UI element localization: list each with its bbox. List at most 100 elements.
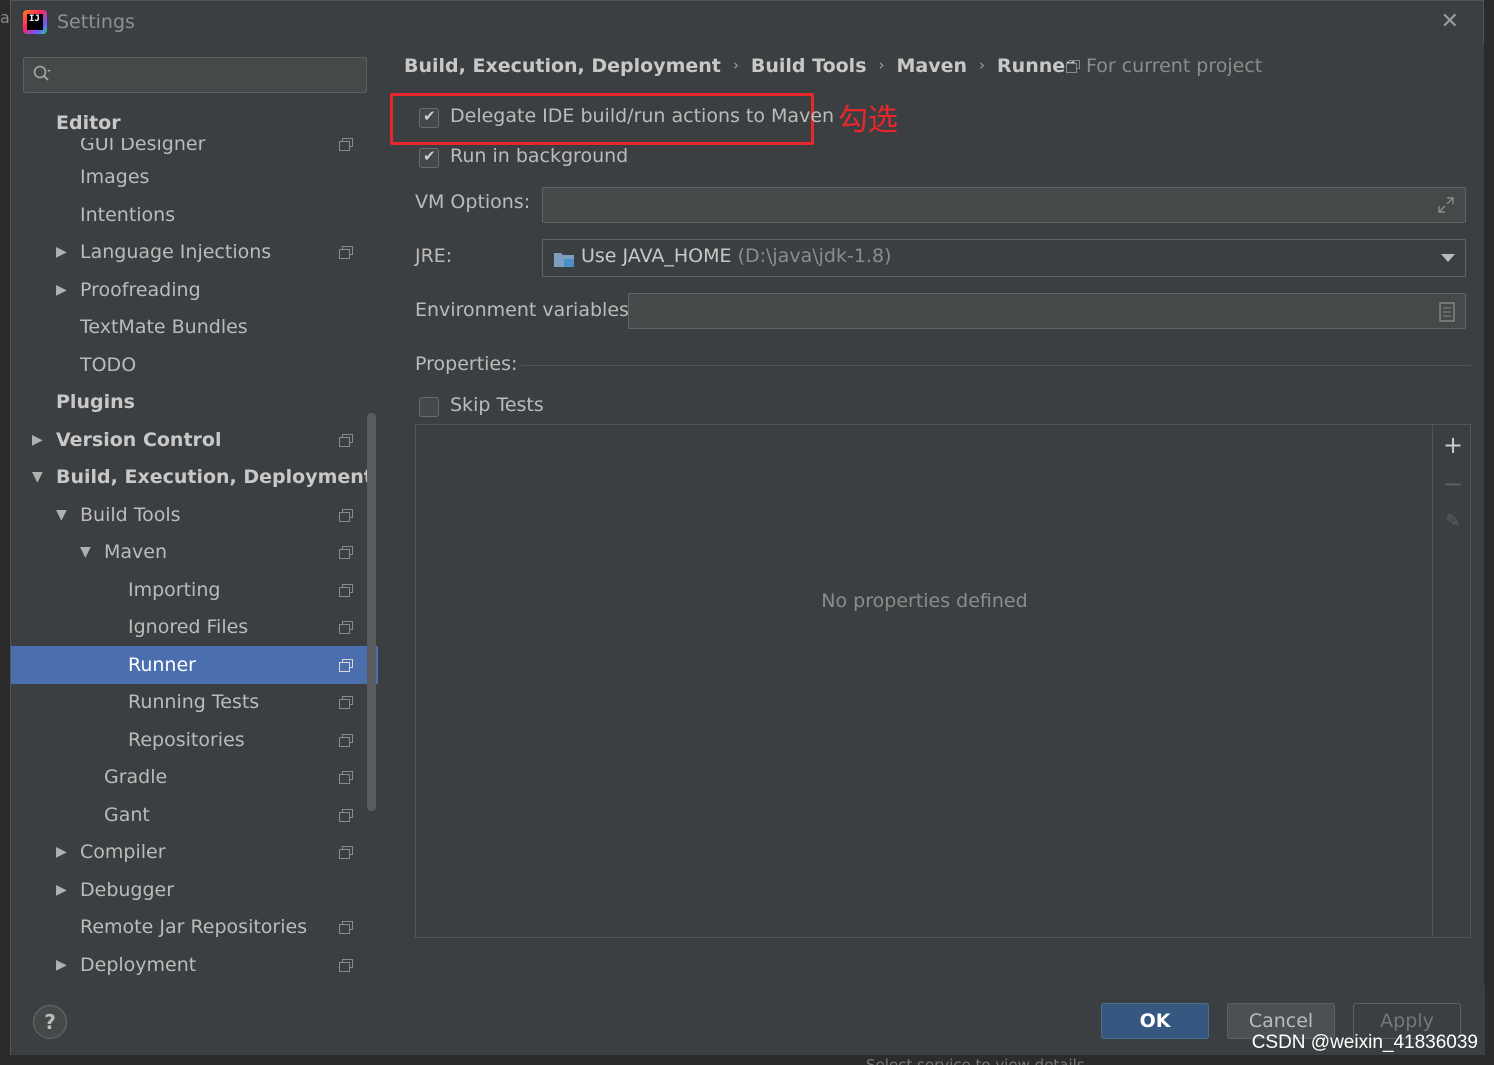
expand-arrow-icon[interactable]: ▶ (56, 946, 67, 984)
settings-search-box[interactable] (23, 57, 367, 93)
tree-item-images[interactable]: Images (11, 158, 378, 196)
tree-item-label: TODO (80, 354, 137, 376)
browse-list-icon[interactable] (1439, 302, 1455, 322)
project-scope-icon (1066, 60, 1080, 73)
tree-item-remote-jar-repositories[interactable]: Remote Jar Repositories (11, 908, 378, 946)
tree-item-repositories[interactable]: Repositories (11, 721, 378, 759)
collapse-arrow-icon[interactable]: ▼ (56, 496, 67, 534)
tree-item-label: Build Tools (80, 504, 181, 526)
window-title: Settings (57, 11, 135, 33)
checkbox-label: Skip Tests (450, 394, 544, 416)
empty-properties-text: No properties defined (821, 590, 1028, 612)
project-scope-icon (339, 434, 353, 447)
environment-variables-field[interactable] (628, 293, 1466, 329)
search-input[interactable] (64, 62, 360, 88)
title-bar: IJ Settings ✕ (11, 1, 1483, 43)
project-scope-icon (339, 546, 353, 559)
checkbox-checked-icon[interactable] (419, 147, 439, 168)
tree-item-gradle[interactable]: Gradle (11, 758, 378, 796)
project-scope-icon (339, 509, 353, 522)
environment-variables-input[interactable] (635, 298, 1425, 324)
tree-item-proofreading[interactable]: ▶ Proofreading (11, 271, 378, 309)
watermark: CSDN @weixin_41836039 (1251, 1032, 1478, 1053)
breadcrumb-item[interactable]: Build, Execution, Deployment (404, 55, 721, 77)
tree-item-build-tools[interactable]: ▼ Build Tools (11, 496, 378, 534)
tree-item-label: Gradle (104, 766, 168, 788)
tree-item-label: Running Tests (128, 691, 260, 713)
breadcrumb-separator: › (878, 56, 885, 74)
tree-item-label: Ignored Files (128, 616, 249, 638)
tree-item-build-execution-deployment[interactable]: ▼ Build, Execution, Deployment (11, 458, 378, 496)
tree-item-plugins[interactable]: Plugins (11, 383, 378, 421)
jre-value: Use JAVA_HOME (581, 245, 732, 267)
tree-item-importing[interactable]: Importing (11, 571, 378, 609)
chevron-down-icon[interactable] (1441, 254, 1455, 262)
app-icon-text: IJ (27, 14, 43, 30)
project-scope-icon (339, 959, 353, 972)
expand-arrow-icon[interactable]: ▶ (56, 271, 67, 309)
jre-selected-value: Use JAVA_HOME (D:\java\jdk-1.8) (581, 245, 891, 267)
properties-table: No properties defined + − ✎ (415, 424, 1471, 938)
tree-item-label: Runner (128, 654, 196, 676)
ok-button[interactable]: OK (1101, 1003, 1209, 1039)
tree-item-label: Editor (56, 112, 121, 134)
collapse-arrow-icon[interactable]: ▼ (80, 533, 91, 571)
project-scope-icon (339, 659, 353, 672)
tree-item-debugger[interactable]: ▶ Debugger (11, 871, 378, 909)
tree-item-todo[interactable]: TODO (11, 346, 378, 384)
scope-label: For current project (1086, 55, 1263, 77)
breadcrumb-item[interactable]: Maven (897, 55, 968, 77)
settings-sidebar: GUI Designer Editor Images Intentions ▶ … (11, 43, 378, 985)
vm-options-field[interactable] (542, 187, 1466, 223)
tree-item-label: Build, Execution, Deployment (56, 466, 373, 488)
jre-select[interactable]: Use JAVA_HOME (D:\java\jdk-1.8) (542, 239, 1466, 277)
sidebar-scrollbar[interactable] (367, 413, 376, 811)
tree-item-label: Intentions (80, 204, 176, 226)
tree-item-label: Deployment (80, 954, 197, 976)
background-status-text: Select service to view details (866, 1056, 1085, 1065)
tree-item-label: Language Injections (80, 241, 272, 263)
tree-item-label: Version Control (56, 429, 222, 451)
tree-item-label: Repositories (128, 729, 245, 751)
close-icon[interactable]: ✕ (1441, 9, 1459, 34)
project-scope-icon (339, 809, 353, 822)
help-button[interactable]: ? (33, 1005, 67, 1039)
runner-settings-panel: Build, Execution, Deployment › Build Tools… (378, 43, 1484, 985)
tree-item-runner[interactable]: Runner (11, 646, 378, 684)
tree-item-deployment[interactable]: ▶ Deployment (11, 946, 378, 984)
expand-arrow-icon[interactable]: ▶ (56, 233, 67, 271)
tree-item-ignored-files[interactable]: Ignored Files (11, 608, 378, 646)
expand-arrow-icon[interactable]: ▶ (56, 833, 67, 871)
tree-item-version-control[interactable]: ▶ Version Control (11, 421, 378, 459)
remove-icon[interactable]: − (1442, 472, 1464, 496)
collapse-arrow-icon[interactable]: ▼ (32, 458, 43, 496)
tree-item-textmate-bundles[interactable]: TextMate Bundles (11, 308, 378, 346)
expand-arrow-icon[interactable]: ▶ (32, 421, 43, 459)
expand-arrow-icon[interactable]: ▶ (56, 871, 67, 909)
properties-table-area[interactable]: No properties defined (416, 425, 1433, 937)
vm-options-input[interactable] (549, 192, 1425, 218)
tree-item-label: Images (80, 166, 150, 188)
expand-icon[interactable] (1437, 196, 1455, 214)
tree-item-running-tests[interactable]: Running Tests (11, 683, 378, 721)
tree-item-editor[interactable]: Editor (11, 104, 378, 138)
checkbox-checked-icon[interactable] (419, 107, 439, 128)
tree-item-label: Proofreading (80, 279, 201, 301)
jre-path: (D:\java\jdk-1.8) (737, 245, 892, 267)
edit-pencil-icon[interactable]: ✎ (1442, 511, 1464, 533)
tree-item-maven[interactable]: ▼ Maven (11, 533, 378, 571)
breadcrumb-separator: › (732, 56, 739, 74)
tree-item-gant[interactable]: Gant (11, 796, 378, 834)
breadcrumb-separator: › (979, 56, 986, 74)
tree-item-label: Gant (104, 804, 150, 826)
add-icon[interactable]: + (1442, 433, 1464, 457)
checkbox-unchecked-icon[interactable] (419, 397, 439, 417)
properties-label: Properties: (415, 353, 518, 375)
tree-item-compiler[interactable]: ▶ Compiler (11, 833, 378, 871)
tree-item-label: Importing (128, 579, 221, 601)
breadcrumb-item[interactable]: Build Tools (751, 55, 867, 77)
background-window-fragment: a (0, 8, 10, 27)
checkbox-label: Run in background (450, 145, 629, 167)
tree-item-intentions[interactable]: Intentions (11, 196, 378, 234)
tree-item-language-injections[interactable]: ▶ Language Injections (11, 233, 378, 271)
